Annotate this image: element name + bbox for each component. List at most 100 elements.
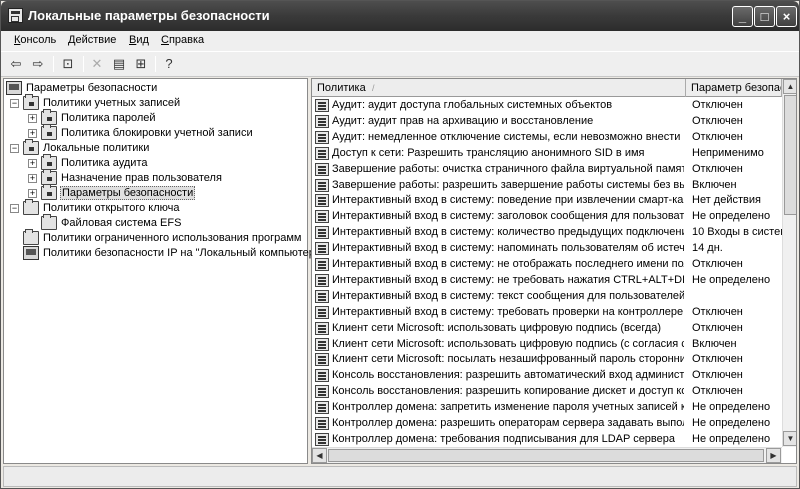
table-row[interactable]: Интерактивный вход в систему: напоминать… (312, 241, 782, 257)
expand-icon[interactable]: + (28, 174, 37, 183)
tree-item-label: Локальные политики (43, 142, 150, 154)
menu-view[interactable]: Вид (129, 34, 149, 46)
horizontal-scrollbar[interactable]: ◀ ▶ (312, 447, 782, 463)
maximize-button[interactable]: □ (754, 6, 775, 27)
column-header-setting[interactable]: Параметр безопас... (686, 79, 782, 97)
properties-icon[interactable]: ▤ (109, 55, 129, 73)
table-row[interactable]: Аудит: аудит доступа глобальных системны… (312, 98, 782, 114)
scroll-left-icon[interactable]: ◀ (312, 448, 327, 463)
table-row[interactable]: Клиент сети Microsoft: использовать цифр… (312, 337, 782, 353)
tree-item[interactable]: Параметры безопасности (4, 81, 304, 96)
column-header-policy[interactable]: Политика / (312, 79, 686, 97)
policy-name: Аудит: аудит доступа глобальных системны… (332, 99, 613, 111)
tree-item[interactable]: + Параметры безопасности (4, 184, 304, 201)
status-bar (3, 466, 797, 487)
policy-setting-value: Нет действия (692, 194, 761, 207)
horizontal-scroll-thumb[interactable] (328, 449, 764, 462)
table-row[interactable]: Интерактивный вход в систему: заголовок … (312, 209, 782, 225)
policy-name: Завершение работы: очистка страничного ф… (332, 162, 684, 175)
table-row[interactable]: Аудит: аудит прав на архивацию и восстан… (312, 114, 782, 130)
policy-setting-value: Отключен (692, 99, 743, 111)
table-row[interactable]: Контроллер домена: требования подписыван… (312, 432, 782, 448)
table-row[interactable]: Интерактивный вход в систему: не требова… (312, 273, 782, 289)
table-row[interactable]: Клиент сети Microsoft: использовать цифр… (312, 321, 782, 337)
policy-name: Завершение работы: разрешить завершение … (332, 178, 684, 191)
table-row[interactable]: Контроллер домена: разрешить операторам … (312, 416, 782, 432)
minimize-button[interactable]: _ (732, 6, 753, 27)
policy-setting-icon (315, 226, 329, 240)
policy-setting-value: Включен (692, 337, 737, 350)
arrow-left-icon[interactable]: ⇦ (6, 55, 26, 73)
table-row[interactable]: Аудит: немедленное отключение системы, е… (312, 130, 782, 146)
policy-name: Интерактивный вход в систему: не требова… (332, 273, 684, 286)
scroll-down-icon[interactable]: ▼ (783, 431, 796, 446)
policy-setting-icon (315, 401, 329, 415)
tree-item[interactable]: Политики безопасности IP на "Локальный к… (4, 246, 319, 261)
expand-icon[interactable]: + (28, 159, 37, 168)
policy-setting-value: Отключен (692, 162, 743, 175)
vertical-scroll-thumb[interactable] (784, 95, 796, 215)
table-row[interactable]: Завершение работы: разрешить завершение … (312, 178, 782, 194)
folder-icon (41, 214, 57, 230)
export-list-icon[interactable]: ⊞ (131, 55, 151, 73)
table-row[interactable]: Консоль восстановления: разрешить автома… (312, 368, 782, 384)
tree-item[interactable]: Политики ограниченного использования про… (4, 229, 304, 246)
policy-name: Интерактивный вход в систему: заголовок … (332, 210, 684, 223)
tree-item-label: Политика паролей (61, 112, 156, 124)
policy-setting-icon (315, 305, 329, 319)
policy-setting-value: 10 Входы в систем (692, 226, 782, 239)
expand-icon[interactable]: + (28, 189, 37, 198)
tree-item-label: Файловая система EFS (61, 217, 182, 229)
policy-name: Аудит: аудит прав на архивацию и восстан… (332, 114, 594, 127)
expand-icon[interactable]: + (28, 114, 37, 123)
tree-item-label: Политика блокировки учетной записи (61, 127, 253, 139)
table-row[interactable]: Интерактивный вход в систему: требовать … (312, 305, 782, 321)
table-row[interactable]: Консоль восстановления: разрешить копиро… (312, 384, 782, 400)
help-icon[interactable]: ? (159, 55, 179, 73)
table-row[interactable]: Интерактивный вход в систему: количество… (312, 225, 782, 241)
policy-setting-icon (315, 146, 329, 160)
vertical-scrollbar[interactable]: ▲ ▼ (782, 79, 796, 447)
policy-setting-value: Отключен (692, 114, 743, 127)
table-row[interactable]: Интерактивный вход в систему: не отображ… (312, 257, 782, 273)
folder-up-icon[interactable]: ⊡ (58, 55, 78, 73)
policy-setting-icon (315, 369, 329, 383)
policy-name: Интерактивный вход в систему: количество… (332, 226, 684, 239)
policy-setting-value: 14 дн. (692, 242, 723, 255)
scroll-up-icon[interactable]: ▲ (783, 79, 796, 94)
policy-name: Консоль восстановления: разрешить автома… (332, 369, 684, 382)
menu-console[interactable]: Консоль (14, 34, 56, 46)
delete-icon[interactable]: ✕ (87, 55, 107, 73)
collapse-icon[interactable]: − (10, 204, 19, 213)
policy-setting-icon (315, 178, 329, 192)
policy-name: Контроллер домена: разрешить операторам … (332, 417, 684, 429)
table-row[interactable]: Клиент сети Microsoft: посылать незашифр… (312, 352, 782, 368)
table-row[interactable]: Доступ к сети: Разрешить трансляцию анон… (312, 146, 782, 162)
title-bar[interactable]: Локальные параметры безопасности _ □ × (1, 1, 799, 31)
policy-folder-icon (23, 94, 39, 110)
tree-item-label: Политики учетных записей (43, 97, 181, 109)
policy-setting-icon (315, 289, 329, 303)
arrow-right-icon[interactable]: ⇨ (28, 55, 48, 73)
close-button[interactable]: × (776, 6, 797, 27)
table-row[interactable]: Интерактивный вход в систему: текст сооб… (312, 289, 782, 305)
table-row[interactable]: Контроллер домена: запретить изменение п… (312, 400, 782, 416)
policy-setting-value: Отключен (692, 258, 743, 270)
scroll-right-icon[interactable]: ▶ (766, 448, 781, 463)
collapse-icon[interactable]: − (10, 99, 19, 108)
tree-item[interactable]: Файловая система EFS (4, 214, 304, 231)
console-tree[interactable]: Параметры безопасности − Политики учетных … (3, 78, 319, 464)
policy-setting-value: Отключен (692, 385, 743, 398)
menu-help[interactable]: Справка (161, 34, 204, 46)
policy-setting-icon (315, 99, 329, 112)
sort-indicator-icon: / (372, 83, 375, 93)
collapse-icon[interactable]: − (10, 144, 19, 153)
menu-action[interactable]: Действие (68, 34, 116, 46)
tree-item-label: Политики безопасности IP на "Локальный к… (43, 247, 319, 259)
expand-icon[interactable]: + (28, 129, 37, 138)
policy-name: Консоль восстановления: разрешить копиро… (332, 385, 684, 398)
tree-item[interactable]: + Политика блокировки учетной записи (4, 124, 304, 141)
table-row[interactable]: Интерактивный вход в систему: поведение … (312, 193, 782, 209)
computer-icon (23, 246, 39, 260)
table-row[interactable]: Завершение работы: очистка страничного ф… (312, 162, 782, 178)
